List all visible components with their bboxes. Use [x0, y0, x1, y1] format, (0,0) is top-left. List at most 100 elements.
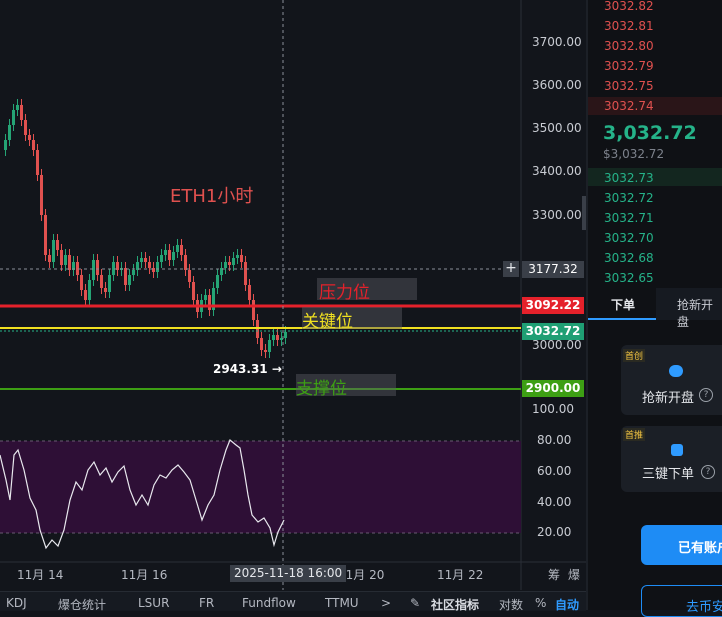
candle-body — [208, 295, 211, 310]
indicator-fundflow[interactable]: Fundflow — [242, 596, 296, 610]
candle-body — [192, 282, 195, 300]
add-alert-icon[interactable]: + — [503, 261, 519, 277]
bid-price[interactable]: 3032.73 — [604, 171, 654, 185]
help-icon[interactable]: ? — [699, 388, 713, 402]
tab-order[interactable]: 下单 — [588, 288, 656, 318]
candle-body — [24, 120, 27, 135]
resistance-price-tag: 3092.22 — [522, 297, 584, 314]
candle-body — [232, 258, 235, 265]
y-tick: 100.00 — [532, 402, 574, 416]
go-binance-button[interactable]: 去币安 — [641, 585, 722, 617]
candle-body — [60, 250, 63, 265]
tab-new-listing[interactable]: 抢新开盘 — [677, 296, 722, 330]
candle-body — [176, 245, 179, 252]
liquidation-label[interactable]: 爆 — [568, 566, 580, 583]
candle-body — [156, 262, 159, 272]
indicator-fr[interactable]: FR — [199, 596, 214, 610]
last-price: 3,032.72 — [603, 122, 697, 144]
log-scale-toggle[interactable]: 对数 — [499, 596, 523, 613]
candle-body — [172, 252, 175, 260]
y-tick: 3600.00 — [532, 78, 582, 92]
bid-price[interactable]: 3032.68 — [604, 251, 654, 265]
auto-scale-toggle[interactable]: 自动 — [555, 596, 579, 613]
candle-body — [132, 270, 135, 275]
candle-body — [56, 240, 59, 250]
y-tick: 3000.00 — [532, 338, 582, 352]
candle-body — [248, 285, 251, 300]
keyboard-icon — [671, 444, 683, 456]
osc-tick: 60.00 — [537, 464, 572, 478]
go-binance-label: 去币安 — [686, 600, 722, 615]
card-label: 三键下单 — [642, 467, 695, 482]
candle-body — [240, 255, 243, 262]
key-level-label-text: 关键位 — [302, 312, 353, 332]
have-account-button[interactable]: 已有账户 — [641, 525, 722, 565]
help-icon[interactable]: ? — [701, 465, 715, 479]
ask-price[interactable]: 3032.79 — [604, 59, 654, 73]
crosshair-price-tag: 3177.32 — [522, 261, 584, 278]
candle-body — [184, 255, 187, 270]
osc-tick: 80.00 — [537, 433, 572, 447]
ask-price[interactable]: 3032.82 — [604, 0, 654, 13]
feature-card[interactable]: 首推 三键下单 ? — [621, 426, 722, 492]
card-badge: 首推 — [623, 428, 646, 441]
candlestick-chart[interactable] — [0, 0, 586, 610]
candle-body — [188, 270, 191, 282]
community-indicators[interactable]: 社区指标 — [431, 596, 479, 613]
bid-price[interactable]: 3032.72 — [604, 191, 654, 205]
candle-body — [88, 280, 91, 300]
candle-body — [48, 255, 51, 262]
candle-body — [224, 262, 227, 268]
indicator-toolbar: KDJ 爆仓统计 LSUR FR Fundflow TTMU > ✎ 社区指标 … — [0, 591, 586, 613]
candle-body — [228, 262, 231, 265]
ask-price[interactable]: 3032.81 — [604, 19, 654, 33]
percent-scale-toggle[interactable]: % — [535, 596, 546, 610]
indicator-lsur[interactable]: LSUR — [138, 596, 169, 610]
card-badge: 首创 — [623, 349, 646, 362]
tab-active-underline — [588, 318, 656, 320]
tab-order-label: 下单 — [611, 298, 636, 312]
edit-icon[interactable]: ✎ — [410, 596, 420, 610]
osc-tick: 40.00 — [537, 495, 572, 509]
low-price-marker: 2943.31 → — [213, 362, 282, 376]
candle-body — [92, 260, 95, 280]
bid-price[interactable]: 3032.70 — [604, 231, 654, 245]
bid-price[interactable]: 3032.65 — [604, 271, 654, 285]
crosshair-time-tag: 2025-11-18 16:00 — [230, 565, 347, 582]
x-label: 11月 14 — [17, 568, 64, 582]
candle-body — [28, 135, 31, 140]
candle-body — [276, 335, 279, 340]
resistance-label: 压力位 — [317, 278, 417, 303]
candle-body — [12, 110, 15, 125]
candle-body — [96, 260, 99, 275]
y-tick: 3400.00 — [532, 164, 582, 178]
ask-price[interactable]: 3032.74 — [604, 99, 654, 113]
candle-body — [160, 255, 163, 262]
annotation-title: ETH1小时 — [170, 186, 254, 207]
candle-body — [284, 332, 287, 338]
candle-body — [36, 150, 39, 175]
candle-body — [272, 335, 275, 340]
candle-body — [44, 215, 47, 255]
candle-body — [108, 275, 111, 292]
ask-price[interactable]: 3032.75 — [604, 79, 654, 93]
y-tick: 3500.00 — [532, 121, 582, 135]
ask-price[interactable]: 3032.80 — [604, 39, 654, 53]
candle-body — [104, 288, 107, 292]
indicator-liquidation[interactable]: 爆仓统计 — [58, 596, 106, 613]
candle-body — [216, 275, 219, 288]
candle-body — [268, 340, 271, 352]
price-chart[interactable]: ETH1小时 压力位 关键位 支撑位 2943.31 → 3700.00 360… — [0, 0, 586, 610]
chips-label[interactable]: 筹 — [548, 566, 560, 583]
candle-body — [260, 338, 263, 350]
more-indicators[interactable]: > — [381, 596, 391, 610]
candle-body — [124, 268, 127, 285]
indicator-ttmu[interactable]: TTMU — [325, 596, 359, 610]
bid-price[interactable]: 3032.71 — [604, 211, 654, 225]
indicator-kdj[interactable]: KDJ — [6, 596, 27, 610]
key-level-label: 关键位 — [302, 307, 402, 332]
candle-body — [4, 140, 7, 150]
feature-card[interactable]: 首创 抢新开盘 ? — [621, 345, 722, 415]
order-panel: 3032.82 3032.81 3032.80 3032.79 3032.75 … — [588, 0, 722, 617]
candle-body — [180, 245, 183, 255]
